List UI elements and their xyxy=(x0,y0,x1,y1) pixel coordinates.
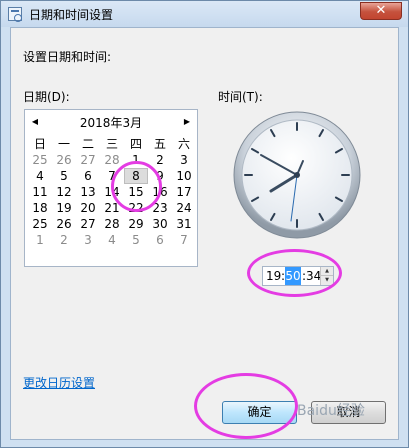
clock-settings-icon xyxy=(8,7,22,22)
weekday-header: 二 xyxy=(81,137,94,151)
calendar-day[interactable]: 9 xyxy=(148,168,172,184)
time-second-field[interactable]: 34 xyxy=(306,267,321,285)
spin-up-arrow-icon[interactable]: ▲ xyxy=(321,267,333,276)
analog-clock-face-icon xyxy=(233,111,361,239)
calendar-day[interactable]: 25 xyxy=(28,216,52,232)
calendar-day[interactable]: 4 xyxy=(100,232,124,248)
change-calendar-settings-link[interactable]: 更改日历设置 xyxy=(23,374,95,391)
weekday-header: 一 xyxy=(57,137,70,151)
calendar-week-row: 25 26 27 28 29 30 31 xyxy=(28,216,196,232)
calendar-day[interactable]: 29 xyxy=(124,216,148,232)
calendar-day[interactable]: 7 xyxy=(100,168,124,184)
calendar-month-title[interactable]: 2018年3月 xyxy=(25,114,197,131)
calendar-day[interactable]: 21 xyxy=(100,200,124,216)
weekday-header: 四 xyxy=(129,137,142,151)
calendar-day[interactable]: 27 xyxy=(76,216,100,232)
calendar-day[interactable]: 1 xyxy=(124,152,148,168)
calendar-day[interactable]: 7 xyxy=(172,232,196,248)
title-bar: 日期和时间设置 ✕ xyxy=(1,1,408,27)
calendar-week-row: 4 5 6 7 8 9 10 xyxy=(28,168,196,184)
weekday-header: 六 xyxy=(177,137,190,151)
calendar-day[interactable]: 10 xyxy=(172,168,196,184)
calendar-day[interactable]: 30 xyxy=(148,216,172,232)
section-heading: 设置日期和时间: xyxy=(23,50,112,64)
calendar-day[interactable]: 5 xyxy=(52,168,76,184)
calendar-day-selected[interactable]: 8 xyxy=(124,168,148,184)
dialog-client-area: 设置日期和时间: 日期(D): 时间(T): ◀ 2018年3月 ▶ 日 一 二… xyxy=(10,27,399,440)
time-minute-field[interactable]: 50 xyxy=(285,267,301,285)
weekday-header-row: 日 一 二 三 四 五 六 xyxy=(28,136,196,152)
calendar-day[interactable]: 1 xyxy=(28,232,52,248)
calendar-day[interactable]: 4 xyxy=(28,168,52,184)
calendar-day[interactable]: 6 xyxy=(76,168,100,184)
date-label: 日期(D): xyxy=(23,90,70,104)
calendar-day[interactable]: 20 xyxy=(76,200,100,216)
calendar-day[interactable]: 25 xyxy=(28,152,52,168)
calendar-week-row: 1 2 3 4 5 6 7 xyxy=(28,232,196,248)
calendar-day[interactable]: 27 xyxy=(76,152,100,168)
calendar-day[interactable]: 3 xyxy=(76,232,100,248)
month-calendar: ◀ 2018年3月 ▶ 日 一 二 三 四 五 六 25 26 27 28 1 … xyxy=(24,109,198,267)
calendar-day[interactable]: 17 xyxy=(172,184,196,200)
calendar-day[interactable]: 5 xyxy=(124,232,148,248)
calendar-day[interactable]: 2 xyxy=(148,152,172,168)
dialog-window: 日期和时间设置 ✕ 设置日期和时间: 日期(D): 时间(T): ◀ 2018年… xyxy=(0,0,409,448)
calendar-day[interactable]: 23 xyxy=(148,200,172,216)
calendar-day[interactable]: 28 xyxy=(100,152,124,168)
calendar-day[interactable]: 3 xyxy=(172,152,196,168)
time-input-field[interactable]: 19 : 50 : 34 ▲ ▼ xyxy=(262,266,334,286)
calendar-day[interactable]: 12 xyxy=(52,184,76,200)
calendar-day[interactable]: 24 xyxy=(172,200,196,216)
next-month-arrow-icon[interactable]: ▶ xyxy=(181,116,193,128)
time-hour-field[interactable]: 19 xyxy=(266,267,281,285)
calendar-day[interactable]: 16 xyxy=(148,184,172,200)
calendar-day[interactable]: 28 xyxy=(100,216,124,232)
calendar-day[interactable]: 11 xyxy=(28,184,52,200)
calendar-week-row: 25 26 27 28 1 2 3 xyxy=(28,152,196,168)
spin-down-arrow-icon[interactable]: ▼ xyxy=(321,276,333,285)
calendar-week-row: 18 19 20 21 22 23 24 xyxy=(28,200,196,216)
ok-button[interactable]: 确定 xyxy=(222,401,297,424)
close-button[interactable]: ✕ xyxy=(360,2,402,20)
calendar-grid: 日 一 二 三 四 五 六 25 26 27 28 1 2 3 4 5 6 7 … xyxy=(28,136,196,248)
calendar-day[interactable]: 26 xyxy=(52,152,76,168)
calendar-day[interactable]: 2 xyxy=(52,232,76,248)
calendar-day[interactable]: 6 xyxy=(148,232,172,248)
watermark: Baidu经验 xyxy=(297,403,365,419)
calendar-day[interactable]: 22 xyxy=(124,200,148,216)
calendar-header: ◀ 2018年3月 ▶ xyxy=(25,110,197,134)
calendar-day[interactable]: 14 xyxy=(100,184,124,200)
calendar-day[interactable]: 13 xyxy=(76,184,100,200)
window-title: 日期和时间设置 xyxy=(29,8,114,22)
weekday-header: 日 xyxy=(33,137,46,151)
calendar-day[interactable]: 15 xyxy=(124,184,148,200)
time-spinner: ▲ ▼ xyxy=(320,267,333,285)
calendar-day[interactable]: 19 xyxy=(52,200,76,216)
calendar-day[interactable]: 26 xyxy=(52,216,76,232)
calendar-week-row: 11 12 13 14 15 16 17 xyxy=(28,184,196,200)
calendar-day[interactable]: 31 xyxy=(172,216,196,232)
analog-clock xyxy=(233,111,361,239)
time-label: 时间(T): xyxy=(218,90,263,104)
weekday-header: 三 xyxy=(105,137,118,151)
weekday-header: 五 xyxy=(153,137,166,151)
calendar-day[interactable]: 18 xyxy=(28,200,52,216)
